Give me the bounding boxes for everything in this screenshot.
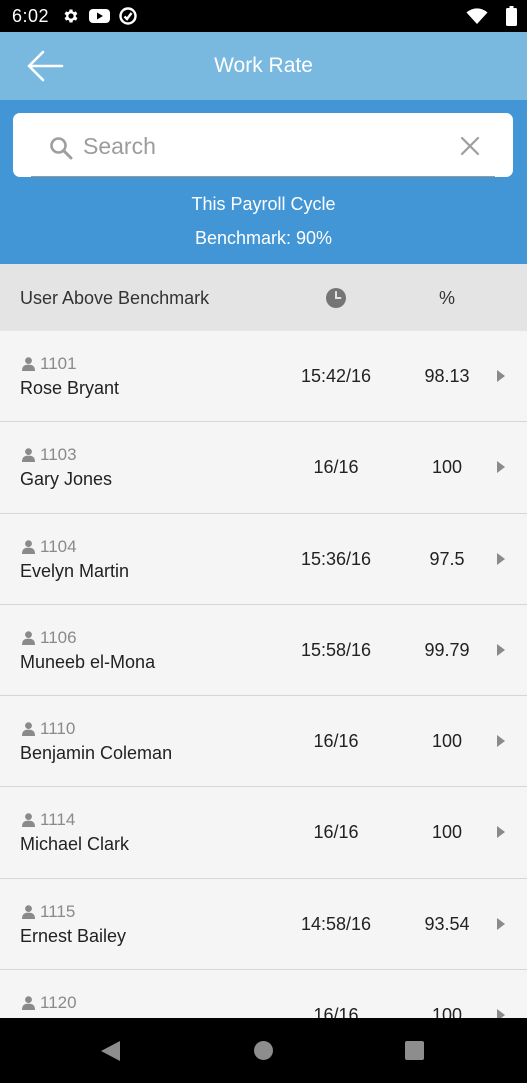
status-left-icons (62, 7, 137, 25)
list-item[interactable]: 1115 Ernest Bailey 14:58/16 93.54 (0, 878, 527, 971)
clear-search-button[interactable] (457, 133, 483, 159)
user-id-text: 1114 (40, 810, 76, 830)
person-icon (22, 722, 35, 737)
user-name: Muneeb el-Mona (20, 651, 156, 672)
close-icon (460, 136, 480, 156)
work-percent: 100 (431, 457, 463, 478)
work-time: 16/16 (313, 822, 359, 843)
user-id: 1115 (22, 902, 75, 922)
user-name: Gary Jones (20, 469, 113, 490)
search-icon (50, 137, 73, 160)
nav-back-icon[interactable] (101, 1041, 121, 1061)
work-time: 15:36/16 (300, 548, 372, 569)
chevron-right-icon (497, 735, 505, 748)
app-header: Work Rate (0, 32, 527, 100)
wifi-icon (466, 8, 488, 24)
list-item[interactable]: 1101 Rose Bryant 15:42/16 98.13 (0, 331, 527, 423)
user-id-text: 1120 (40, 993, 77, 1013)
nav-recents-icon[interactable] (405, 1041, 424, 1060)
user-id-text: 1104 (40, 536, 77, 556)
list-item[interactable]: 1104 Evelyn Martin 15:36/16 97.5 (0, 513, 527, 605)
user-id-text: 1110 (40, 719, 76, 739)
work-time: 16/16 (313, 1005, 359, 1018)
user-id-text: 1106 (40, 627, 77, 647)
user-id: 1106 (22, 628, 77, 648)
screen: 6:02 Work Rate Search This Payroll Cycle… (0, 0, 527, 1083)
work-percent: 97.5 (429, 548, 465, 569)
search-input[interactable] (83, 129, 433, 163)
person-icon (22, 996, 35, 1011)
user-id: 1110 (22, 719, 75, 739)
status-right-icons (466, 6, 517, 26)
work-time: 16/16 (313, 731, 359, 752)
work-time: 15:58/16 (300, 639, 372, 660)
work-percent: 100 (431, 731, 463, 752)
user-id: 1101 (22, 354, 77, 374)
person-icon (22, 357, 35, 371)
user-id: 1114 (22, 810, 75, 830)
person-icon (22, 904, 35, 919)
user-id: 1120 (22, 993, 77, 1013)
person-icon (22, 813, 35, 828)
work-percent: 93.54 (424, 913, 470, 934)
user-name: Benjamin Coleman (20, 743, 173, 764)
work-percent: 98.13 (424, 366, 470, 386)
search-underline (31, 176, 495, 177)
user-id: 1104 (22, 537, 77, 557)
list-item[interactable]: 1114 Michael Clark 16/16 100 (0, 787, 527, 879)
list-item[interactable]: 1103 Gary Jones 16/16 100 (0, 422, 527, 514)
person-icon (22, 631, 35, 645)
chevron-right-icon (497, 461, 505, 474)
person-icon (22, 539, 35, 554)
nav-home-icon[interactable] (254, 1041, 273, 1060)
column-header-user: User Above Benchmark (20, 288, 210, 308)
chevron-right-icon (497, 1009, 505, 1018)
chevron-right-icon (497, 917, 505, 930)
status-time: 6:02 (12, 6, 50, 26)
chevron-right-icon (497, 643, 505, 656)
user-id-text: 1103 (40, 445, 77, 465)
chevron-right-icon (497, 552, 505, 565)
no-sync-icon (119, 7, 137, 25)
work-percent: 100 (431, 822, 463, 843)
user-name: Evelyn Martin (20, 560, 130, 581)
user-id-text: 1101 (40, 354, 77, 373)
list-item[interactable]: 1106 Muneeb el-Mona 15:58/16 99.79 (0, 604, 527, 697)
work-percent: 100 (431, 1005, 463, 1018)
person-icon (22, 448, 35, 463)
list-item[interactable]: 1120 16/16 100 (0, 970, 527, 1018)
payroll-cycle-label: This Payroll Cycle (191, 194, 336, 214)
work-time: 14:58/16 (300, 913, 372, 934)
benchmark-label: Benchmark: 90% (194, 228, 333, 248)
summary-panel: This Payroll Cycle Benchmark: 90% (0, 100, 527, 264)
work-time: 15:42/16 (300, 366, 372, 386)
work-percent: 99.79 (424, 639, 470, 660)
user-name: Ernest Bailey (20, 925, 127, 946)
user-id: 1103 (22, 445, 77, 465)
battery-icon (506, 6, 517, 26)
youtube-icon (89, 9, 110, 23)
user-name: Michael Clark (20, 834, 130, 855)
user-list: 1101 Rose Bryant 15:42/16 98.13 1103 Gar… (0, 331, 527, 1018)
user-id-text: 1115 (40, 901, 76, 921)
table-header: User Above Benchmark % (0, 264, 527, 331)
work-time: 16/16 (313, 457, 359, 478)
settings-gear-icon (64, 9, 78, 23)
system-nav-bar (0, 1018, 527, 1083)
status-bar: 6:02 (0, 0, 527, 32)
search-box (13, 113, 513, 177)
column-header-percent: % (438, 288, 455, 308)
user-name: Rose Bryant (20, 378, 120, 398)
list-item[interactable]: 1110 Benjamin Coleman 16/16 100 (0, 696, 527, 788)
page-title: Work Rate (214, 54, 313, 77)
clock-icon (326, 288, 346, 308)
chevron-right-icon (497, 826, 505, 839)
chevron-right-icon (497, 370, 505, 382)
